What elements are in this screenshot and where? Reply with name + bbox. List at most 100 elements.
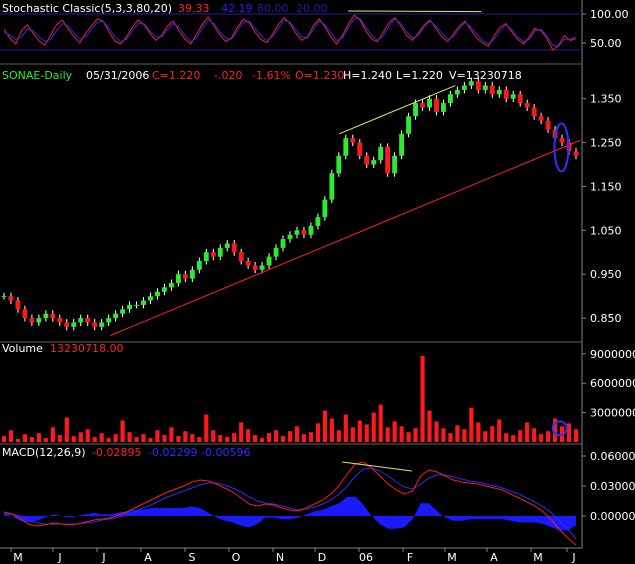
volume-bar (511, 435, 516, 442)
volume-bar (294, 426, 300, 442)
price-candle (1, 296, 7, 298)
price-candle (155, 291, 160, 297)
price-candle (85, 318, 91, 323)
price-change-percent: -1.61% (252, 69, 291, 82)
volume-bar (225, 437, 230, 442)
price-candle (113, 313, 119, 319)
volume-bar (462, 429, 467, 442)
price-candle (399, 133, 405, 156)
volume-bar (22, 434, 28, 442)
price-candle (517, 94, 523, 104)
volume-bar (413, 428, 418, 442)
price-candle (489, 85, 495, 95)
volume-bar (399, 426, 404, 442)
price-candle (531, 107, 537, 117)
price-tick-label: 1.350 (590, 93, 622, 106)
volume-bar (504, 433, 509, 442)
volume-bar (455, 425, 460, 442)
macd-tick-label: 0.06000 (590, 450, 635, 463)
price-candle (413, 103, 419, 117)
volume-bar (85, 429, 90, 442)
price-candle (106, 318, 112, 323)
price-change-value: -.020 (214, 69, 242, 82)
price-candle (315, 217, 321, 226)
volume-bar (427, 410, 432, 442)
price-candle (245, 261, 251, 266)
volume-bar (197, 437, 202, 442)
stoch-oversold-value: 20.00 (296, 2, 328, 15)
price-candle (294, 230, 300, 235)
price-candle (524, 103, 530, 108)
price-candle (8, 296, 14, 301)
price-candle (238, 252, 244, 262)
volume-bar (476, 422, 481, 442)
price-candle (134, 304, 139, 306)
volume-bar (190, 434, 195, 442)
chart-background (0, 0, 635, 564)
volume-bar (246, 429, 251, 442)
volume-bar (525, 422, 530, 442)
volume-bar (211, 430, 216, 442)
volume-bar (57, 435, 62, 442)
price-candle (280, 239, 286, 248)
price-volume-value: V=13230718 (449, 69, 522, 82)
volume-bar (36, 433, 41, 442)
volume-bar (448, 433, 453, 442)
volume-bar (378, 404, 383, 442)
stoch-trendline (347, 10, 482, 13)
time-axis-label: M (533, 551, 543, 564)
volume-bar (490, 426, 495, 442)
volume-bar (273, 430, 279, 442)
volume-bar (183, 431, 188, 442)
volume-bar (155, 430, 160, 442)
price-tick-label: 0.950 (590, 268, 622, 281)
price-candle (434, 98, 439, 112)
volume-bar (141, 434, 146, 442)
volume-bar (483, 431, 488, 442)
volume-bar (50, 427, 55, 442)
price-high-value: H=1.240 (343, 69, 392, 82)
price-tick-label: 1.150 (590, 180, 622, 193)
price-candle (182, 274, 188, 279)
price-candle (203, 252, 209, 262)
price-candle (273, 247, 279, 257)
price-candle (301, 230, 307, 235)
volume-bar (204, 414, 209, 442)
volume-tick-label: 3000000 (590, 407, 635, 420)
time-axis-label: J (101, 551, 105, 564)
price-candle (231, 243, 237, 253)
price-candle (36, 318, 42, 323)
time-axis-label: J (57, 551, 61, 564)
volume-bar (176, 436, 181, 442)
macd-signal-value: -0.02299 (148, 446, 197, 459)
price-candle (385, 146, 391, 174)
volume-bar (78, 432, 83, 442)
price-candle (120, 309, 126, 314)
volume-bar (260, 438, 265, 442)
volume-bar (43, 438, 48, 442)
time-axis-label: F (407, 551, 413, 564)
time-axis-label: O (232, 551, 241, 564)
price-candle (420, 103, 425, 108)
volume-bar (29, 437, 34, 442)
sonae-stock-chart: 100.00 50.00 Stochastic Classic(5,3,3,80,2… (0, 0, 635, 564)
price-candle (99, 322, 105, 327)
price-candle (308, 225, 314, 235)
volume-bar (539, 434, 544, 442)
volume-bar (169, 427, 174, 442)
volume-bar (253, 435, 258, 442)
price-candle (29, 318, 35, 323)
price-candle (196, 261, 202, 270)
volume-bar (71, 436, 76, 442)
time-axis-label: 06 (359, 551, 373, 564)
volume-tick-label: 9000000 (590, 348, 635, 361)
volume-bar (239, 422, 244, 442)
volume-bar (127, 432, 132, 442)
volume-bar (162, 435, 167, 442)
volume-bar (385, 427, 390, 442)
price-candle (78, 318, 84, 323)
volume-bar (518, 430, 523, 442)
volume-bar (266, 433, 272, 442)
price-tick-label: 0.850 (590, 312, 622, 325)
volume-bar (232, 433, 237, 442)
